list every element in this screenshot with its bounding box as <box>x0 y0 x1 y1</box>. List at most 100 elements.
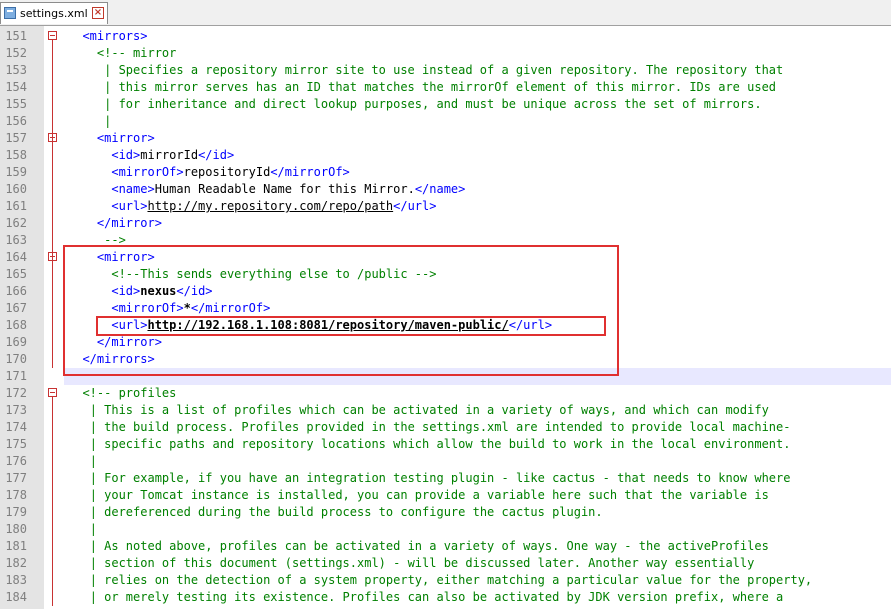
line-code: <!-- mirror <box>68 45 176 62</box>
line-number: 171 <box>5 369 27 383</box>
code-line[interactable]: 162 </mirror> <box>0 215 891 232</box>
xml-comment: | your Tomcat instance is installed, you… <box>89 488 769 502</box>
code-line[interactable]: 174 | the build process. Profiles provid… <box>0 419 891 436</box>
fold-guide-line <box>52 261 53 351</box>
xml-tag: </mirrorOf> <box>270 165 350 179</box>
tab-settings-xml[interactable]: settings.xml × <box>0 2 108 24</box>
xml-text: Human Readable Name for this Mirror. <box>154 182 415 196</box>
line-code: | or merely testing its existence. Profi… <box>68 589 784 606</box>
line-number: 168 <box>5 318 27 332</box>
code-line[interactable]: 153 | Specifies a repository mirror site… <box>0 62 891 79</box>
xml-comment: | relies on the detection of a system pr… <box>89 573 813 587</box>
xml-comment: | <box>89 522 97 536</box>
code-line[interactable]: 175 | specific paths and repository loca… <box>0 436 891 453</box>
line-number: 156 <box>5 114 27 128</box>
line-number: 173 <box>5 403 27 417</box>
line-number: 172 <box>5 386 27 400</box>
line-code: | for inheritance and direct lookup purp… <box>68 96 762 113</box>
line-number: 166 <box>5 284 27 298</box>
code-line[interactable]: 158 <id>mirrorId</id> <box>0 147 891 164</box>
line-number: 162 <box>5 216 27 230</box>
xml-tag: </mirror> <box>96 216 162 230</box>
xml-comment: | For example, if you have an integratio… <box>89 471 791 485</box>
code-line[interactable]: 160 <name>Human Readable Name for this M… <box>0 181 891 198</box>
line-code: <mirrors> <box>68 28 147 45</box>
code-line[interactable]: 152 <!-- mirror <box>0 45 891 62</box>
code-line[interactable]: 183 | relies on the detection of a syste… <box>0 572 891 589</box>
xml-comment: | for inheritance and direct lookup purp… <box>104 97 762 111</box>
line-code: | <box>68 521 97 538</box>
xml-text: mirrorId <box>140 148 199 162</box>
line-number: 157 <box>5 131 27 145</box>
xml-comment: | this mirror serves has an ID that matc… <box>104 80 777 94</box>
code-line[interactable]: 154 | this mirror serves has an ID that … <box>0 79 891 96</box>
xml-tag: <mirrors> <box>82 29 148 43</box>
line-code: | As noted above, profiles can be activa… <box>68 538 769 555</box>
xml-tag: </name> <box>414 182 466 196</box>
close-icon[interactable]: × <box>92 7 104 19</box>
xml-comment: | or merely testing its existence. Profi… <box>89 590 784 604</box>
xml-comment: | Specifies a repository mirror site to … <box>104 63 784 77</box>
xml-comment: | As noted above, profiles can be activa… <box>89 539 769 553</box>
line-number: 182 <box>5 556 27 570</box>
url-link[interactable]: http://my.repository.com/repo/path <box>147 199 393 213</box>
line-code: | this mirror serves has an ID that matc… <box>68 79 776 96</box>
fold-guide-line <box>52 142 53 232</box>
line-number: 158 <box>5 148 27 162</box>
line-code: <url>http://my.repository.com/repo/path<… <box>68 198 436 215</box>
code-editor[interactable]: 151 <mirrors> 152 <!-- mirror 153 | Specif… <box>0 26 891 609</box>
line-number: 175 <box>5 437 27 451</box>
code-line[interactable]: 180 | <box>0 521 891 538</box>
line-number: 178 <box>5 488 27 502</box>
code-line[interactable]: 184 | or merely testing its existence. P… <box>0 589 891 606</box>
xml-tag: <mirrorOf> <box>111 165 184 179</box>
line-number: 161 <box>5 199 27 213</box>
line-number: 180 <box>5 522 27 536</box>
tab-bar: settings.xml × <box>0 0 891 26</box>
xml-comment: | section of this document (settings.xml… <box>89 556 755 570</box>
line-code: | <box>68 453 97 470</box>
code-line[interactable]: 177 | For example, if you have an integr… <box>0 470 891 487</box>
line-code: | This is a list of profiles which can b… <box>68 402 769 419</box>
code-line[interactable]: 161 <url>http://my.repository.com/repo/p… <box>0 198 891 215</box>
code-line[interactable]: 156 | <box>0 113 891 130</box>
line-code: | Specifies a repository mirror site to … <box>68 62 783 79</box>
line-code: </mirror> <box>68 215 162 232</box>
code-line[interactable]: 182 | section of this document (settings… <box>0 555 891 572</box>
line-number: 165 <box>5 267 27 281</box>
xml-tag: <name> <box>111 182 155 196</box>
xml-file-icon <box>4 7 16 19</box>
line-code: | specific paths and repository location… <box>68 436 791 453</box>
code-line[interactable]: 172 <!-- profiles <box>0 385 891 402</box>
code-line[interactable]: 151 <mirrors> <box>0 28 891 45</box>
fold-toggle-icon[interactable] <box>48 388 57 397</box>
line-number: 181 <box>5 539 27 553</box>
line-code: <name>Human Readable Name for this Mirro… <box>68 181 465 198</box>
line-code: <id>mirrorId</id> <box>68 147 234 164</box>
line-number: 169 <box>5 335 27 349</box>
line-number: 154 <box>5 80 27 94</box>
code-line[interactable]: 155 | for inheritance and direct lookup … <box>0 96 891 113</box>
code-line[interactable]: 181 | As noted above, profiles can be ac… <box>0 538 891 555</box>
line-number: 159 <box>5 165 27 179</box>
line-number: 177 <box>5 471 27 485</box>
code-line[interactable]: 178 | your Tomcat instance is installed,… <box>0 487 891 504</box>
line-code: <mirrorOf>repositoryId</mirrorOf> <box>68 164 350 181</box>
line-number: 170 <box>5 352 27 366</box>
code-line[interactable]: 173 | This is a list of profiles which c… <box>0 402 891 419</box>
line-code: | relies on the detection of a system pr… <box>68 572 812 589</box>
fold-guide-line <box>52 397 53 606</box>
code-line[interactable]: 176 | <box>0 453 891 470</box>
code-line[interactable]: 179 | dereferenced during the build proc… <box>0 504 891 521</box>
line-number: 163 <box>5 233 27 247</box>
xml-tag: <mirror> <box>96 131 155 145</box>
code-line[interactable]: 159 <mirrorOf>repositoryId</mirrorOf> <box>0 164 891 181</box>
line-number: 152 <box>5 46 27 60</box>
line-number: 153 <box>5 63 27 77</box>
line-number: 151 <box>5 29 27 43</box>
line-number: 183 <box>5 573 27 587</box>
code-line[interactable]: 157 <mirror> <box>0 130 891 147</box>
xml-tag: </id> <box>198 148 235 162</box>
fold-toggle-icon[interactable] <box>48 31 57 40</box>
line-code: | section of this document (settings.xml… <box>68 555 755 572</box>
